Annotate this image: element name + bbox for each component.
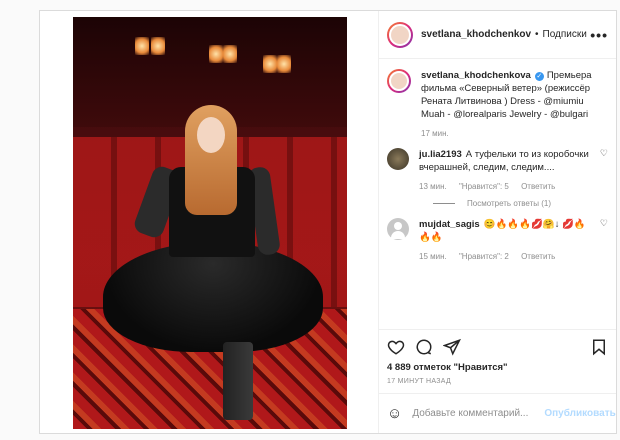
action-icons [387,336,608,358]
comment-likes[interactable]: "Нравится": 2 [459,252,509,261]
commenter-avatar[interactable] [387,218,409,240]
photo-lamp [135,37,149,55]
publish-button[interactable]: Опубликовать [544,408,615,419]
following-button[interactable]: Подписки [543,29,587,40]
verified-icon: ✓ [534,72,544,81]
photo-lamp [209,45,223,63]
comments-list[interactable]: svetlana_khodchenkova ✓ Премьера фильма «С… [379,59,616,329]
comment-username[interactable]: mujdat_sagis [419,219,480,230]
view-replies-button[interactable]: Посмотреть ответы (1) [433,199,608,208]
bookmark-icon[interactable] [590,338,608,356]
author-username[interactable]: svetlana_khodchenkov [421,29,531,40]
post-time[interactable]: 17 МИНУТ НАЗАД [387,378,608,385]
photo-dress [103,242,323,352]
comment-like-icon[interactable]: ♡ [600,218,608,263]
caption-username[interactable]: svetlana_khodchenkova [421,70,531,81]
heart-icon[interactable] [387,338,405,356]
photo-lamp [151,37,165,55]
photo-area [40,11,378,433]
caption-time[interactable]: 17 мин. [421,129,449,138]
caption: svetlana_khodchenkova ✓ Премьера фильма «С… [387,69,608,140]
comment-time[interactable]: 15 мин. [419,252,447,261]
replies-divider [433,203,455,204]
comment-likes[interactable]: "Нравится": 5 [459,182,509,191]
caption-avatar[interactable] [387,69,411,93]
view-replies-label: Посмотреть ответы (1) [467,199,552,208]
photo-lamp [263,55,277,73]
reply-button[interactable]: Ответить [521,182,555,191]
comment-icon[interactable] [415,338,433,356]
commenter-avatar[interactable] [387,148,409,170]
comment-time[interactable]: 13 мин. [419,182,447,191]
reply-button[interactable]: Ответить [521,252,555,261]
likes-count[interactable]: 4 889 отметок "Нравится" [387,362,608,373]
comment-like-icon[interactable]: ♡ [600,148,608,193]
post-photo[interactable] [73,17,347,429]
post-header: svetlana_khodchenkov • Подписки ••• [379,11,616,59]
photo-lamp [223,45,237,63]
comment-username[interactable]: ju.lia2193 [419,149,462,160]
post-modal: svetlana_khodchenkov • Подписки ••• svet… [39,10,617,434]
photo-lamp [277,55,291,73]
separator-dot: • [535,29,539,40]
photo-legs [223,342,253,420]
photo-face [197,117,225,153]
comment-item: ju.lia2193 А туфельки то из коробочки вче… [387,148,608,193]
add-comment-bar: ☺ Опубликовать [379,393,616,433]
post-sidebar: svetlana_khodchenkov • Подписки ••• svet… [378,11,616,433]
more-icon[interactable]: ••• [590,27,608,43]
emoji-icon[interactable]: ☺ [387,405,402,422]
author-avatar[interactable] [387,21,413,48]
comment-input[interactable] [412,408,545,419]
share-icon[interactable] [443,338,461,356]
post-actions: 4 889 отметок "Нравится" 17 МИНУТ НАЗАД [379,329,616,385]
comment-item: mujdat_sagis 😊🔥🔥🔥💋🤗↓ 💋🔥🔥🔥 15 мин. "Нравит… [387,218,608,263]
